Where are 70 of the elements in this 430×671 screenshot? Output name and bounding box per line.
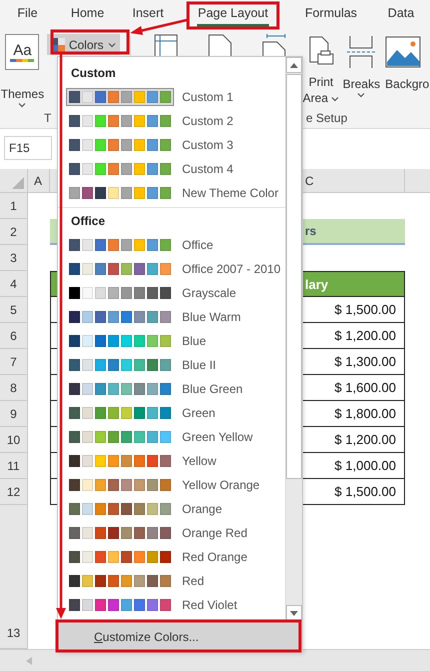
chevron-down-icon	[331, 96, 340, 102]
row-number: 4	[0, 271, 28, 297]
color-scheme-item[interactable]: Blue Warm	[58, 305, 285, 329]
color-scheme-item[interactable]: Custom 2	[58, 109, 285, 133]
color-scheme-item[interactable]: Custom 4	[58, 157, 285, 181]
themes-icon: Aa	[5, 34, 40, 70]
print-area-button[interactable]: Print Area	[302, 74, 340, 106]
color-scheme-item[interactable]: Blue Green	[58, 377, 285, 401]
color-scheme-item[interactable]: Red	[58, 569, 285, 593]
section-heading: Custom	[70, 64, 117, 82]
color-scheme-item[interactable]: Yellow Orange	[58, 473, 285, 497]
row-number: 6	[0, 323, 28, 349]
group-label: T	[44, 111, 52, 125]
menu-tab[interactable]: File	[16, 0, 39, 27]
menu-tab[interactable]: Insert	[131, 0, 165, 27]
caret-up-icon	[290, 62, 298, 68]
pointer-arrow	[130, 18, 188, 35]
palette-icon	[50, 38, 65, 52]
color-scheme-item[interactable]: New Theme Color	[58, 181, 285, 205]
row-number: 10	[0, 427, 28, 453]
row-number: 7	[0, 349, 28, 375]
column-header: A	[28, 169, 50, 193]
themes-button[interactable]: Themes	[0, 86, 44, 102]
chevron-down-icon	[108, 42, 116, 48]
breaks-button[interactable]: Breaks	[342, 76, 380, 92]
menu-tab[interactable]: Home	[70, 0, 106, 27]
group-label: e Setup	[306, 111, 348, 125]
menu-tab[interactable]: Formulas	[304, 0, 358, 27]
color-scheme-item[interactable]: Office 2007 - 2010	[58, 257, 285, 281]
scroll-up-button[interactable]	[286, 57, 302, 73]
row-number: 8	[0, 375, 28, 401]
color-scheme-item[interactable]: Office	[58, 233, 285, 257]
row-number: 5	[0, 297, 28, 323]
color-scheme-item[interactable]: Blue	[58, 329, 285, 353]
color-scheme-item[interactable]: Custom 3	[58, 133, 285, 157]
menu-tab[interactable]: Data	[386, 0, 416, 27]
scrollbar-thumb[interactable]	[286, 74, 302, 479]
select-all-icon	[12, 177, 24, 189]
color-scheme-item[interactable]: Orange Red	[58, 521, 285, 545]
background-button[interactable]: Backgro	[385, 76, 430, 92]
color-scheme-item[interactable]: Orange	[58, 497, 285, 521]
caret-down-icon	[290, 610, 298, 616]
menu-tab[interactable]: Page Layout	[196, 0, 270, 27]
color-scheme-item[interactable]: Yellow	[58, 449, 285, 473]
color-scheme-item[interactable]: Red Violet	[58, 593, 285, 617]
column-header	[405, 169, 430, 193]
page-break-icon	[347, 36, 376, 68]
scroll-left-icon	[26, 657, 32, 665]
column-header: C	[303, 169, 405, 193]
color-scheme-item[interactable]: Blue II	[58, 353, 285, 377]
row-number: 12	[0, 479, 28, 505]
color-scheme-item[interactable]: Grayscale	[58, 281, 285, 305]
landscape-image-icon	[385, 36, 422, 68]
color-scheme-item[interactable]: Red Orange	[58, 545, 285, 569]
section-heading: Office	[70, 212, 106, 230]
chevron-down-icon	[357, 92, 366, 98]
color-scheme-item[interactable]: Green Yellow	[58, 425, 285, 449]
name-box[interactable]: F15	[4, 136, 52, 160]
chevron-down-icon	[18, 102, 26, 108]
row-number: 11	[0, 453, 28, 479]
row-number: 9	[0, 401, 28, 427]
row-number: 3	[0, 245, 28, 271]
scroll-down-button[interactable]	[286, 605, 302, 621]
color-scheme-item[interactable]: Green	[58, 401, 285, 425]
row-number: 2	[0, 219, 28, 245]
color-scheme-item[interactable]: Custom 1	[58, 85, 285, 109]
table-title: rs	[303, 219, 405, 245]
row-number: 1	[0, 193, 28, 219]
column-heading: lary	[303, 271, 405, 297]
row-number: 13	[0, 505, 28, 649]
